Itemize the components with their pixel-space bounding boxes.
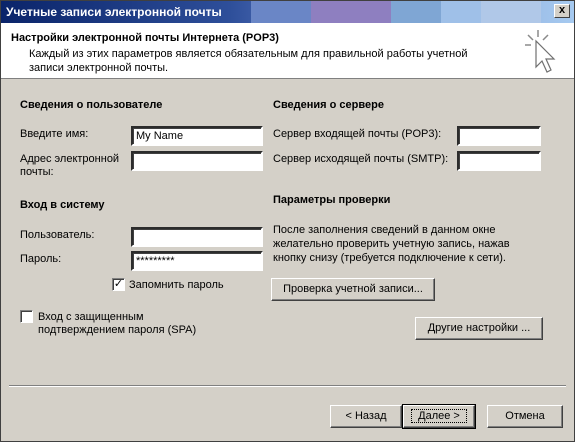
verify-description: После заполнения сведений в данном окне … — [273, 224, 510, 264]
outgoing-server-input[interactable] — [457, 151, 541, 171]
user-info-title: Сведения о пользователе — [20, 99, 163, 111]
outgoing-server-label: Сервер исходящей почты (SMTP): — [273, 153, 449, 165]
incoming-server-label: Сервер входящей почты (POP3): — [273, 128, 442, 140]
password-label: Пароль: — [20, 253, 62, 265]
login-title: Вход в систему — [20, 199, 105, 211]
title-decoration — [311, 1, 391, 23]
email-label: Адрес электронной почты: — [20, 153, 120, 178]
wizard-header: Настройки электронной почты Интернета (P… — [1, 23, 574, 79]
spa-label: Вход с защищенным подтверждением пароля … — [38, 311, 197, 336]
user-label: Пользователь: — [20, 229, 95, 241]
password-input[interactable] — [131, 251, 263, 271]
remember-password-label: Запомнить пароль — [129, 279, 224, 291]
header-subtitle: Каждый из этих параметров является обяза… — [29, 48, 468, 74]
next-button-label: Далее > — [411, 409, 467, 423]
name-input[interactable] — [131, 126, 263, 146]
close-button[interactable]: x — [554, 4, 570, 18]
verify-title: Параметры проверки — [273, 194, 391, 206]
footer-separator — [9, 385, 566, 387]
remember-password-checkbox[interactable]: ✓ — [112, 278, 125, 291]
title-decoration — [251, 1, 311, 23]
next-button[interactable]: Далее > — [402, 404, 476, 429]
username-input[interactable] — [131, 227, 263, 247]
server-info-title: Сведения о сервере — [273, 99, 384, 111]
window-title: Учетные записи электронной почты — [6, 5, 222, 19]
test-account-button[interactable]: Проверка учетной записи... — [271, 278, 435, 301]
cancel-button[interactable]: Отмена — [487, 405, 563, 428]
title-decoration — [441, 1, 481, 23]
wizard-cursor-icon — [525, 30, 556, 73]
email-input[interactable] — [131, 151, 263, 171]
header-title: Настройки электронной почты Интернета (P… — [11, 32, 279, 44]
account-settings-dialog: Учетные записи электронной почты x Настр… — [0, 0, 575, 442]
incoming-server-input[interactable] — [457, 126, 541, 146]
spa-checkbox[interactable] — [20, 310, 33, 323]
title-bar: Учетные записи электронной почты x — [1, 1, 574, 23]
title-decoration — [481, 1, 541, 23]
back-button[interactable]: < Назад — [330, 405, 402, 428]
name-label: Введите имя: — [20, 128, 89, 140]
title-decoration — [391, 1, 441, 23]
more-settings-button[interactable]: Другие настройки ... — [415, 317, 543, 340]
